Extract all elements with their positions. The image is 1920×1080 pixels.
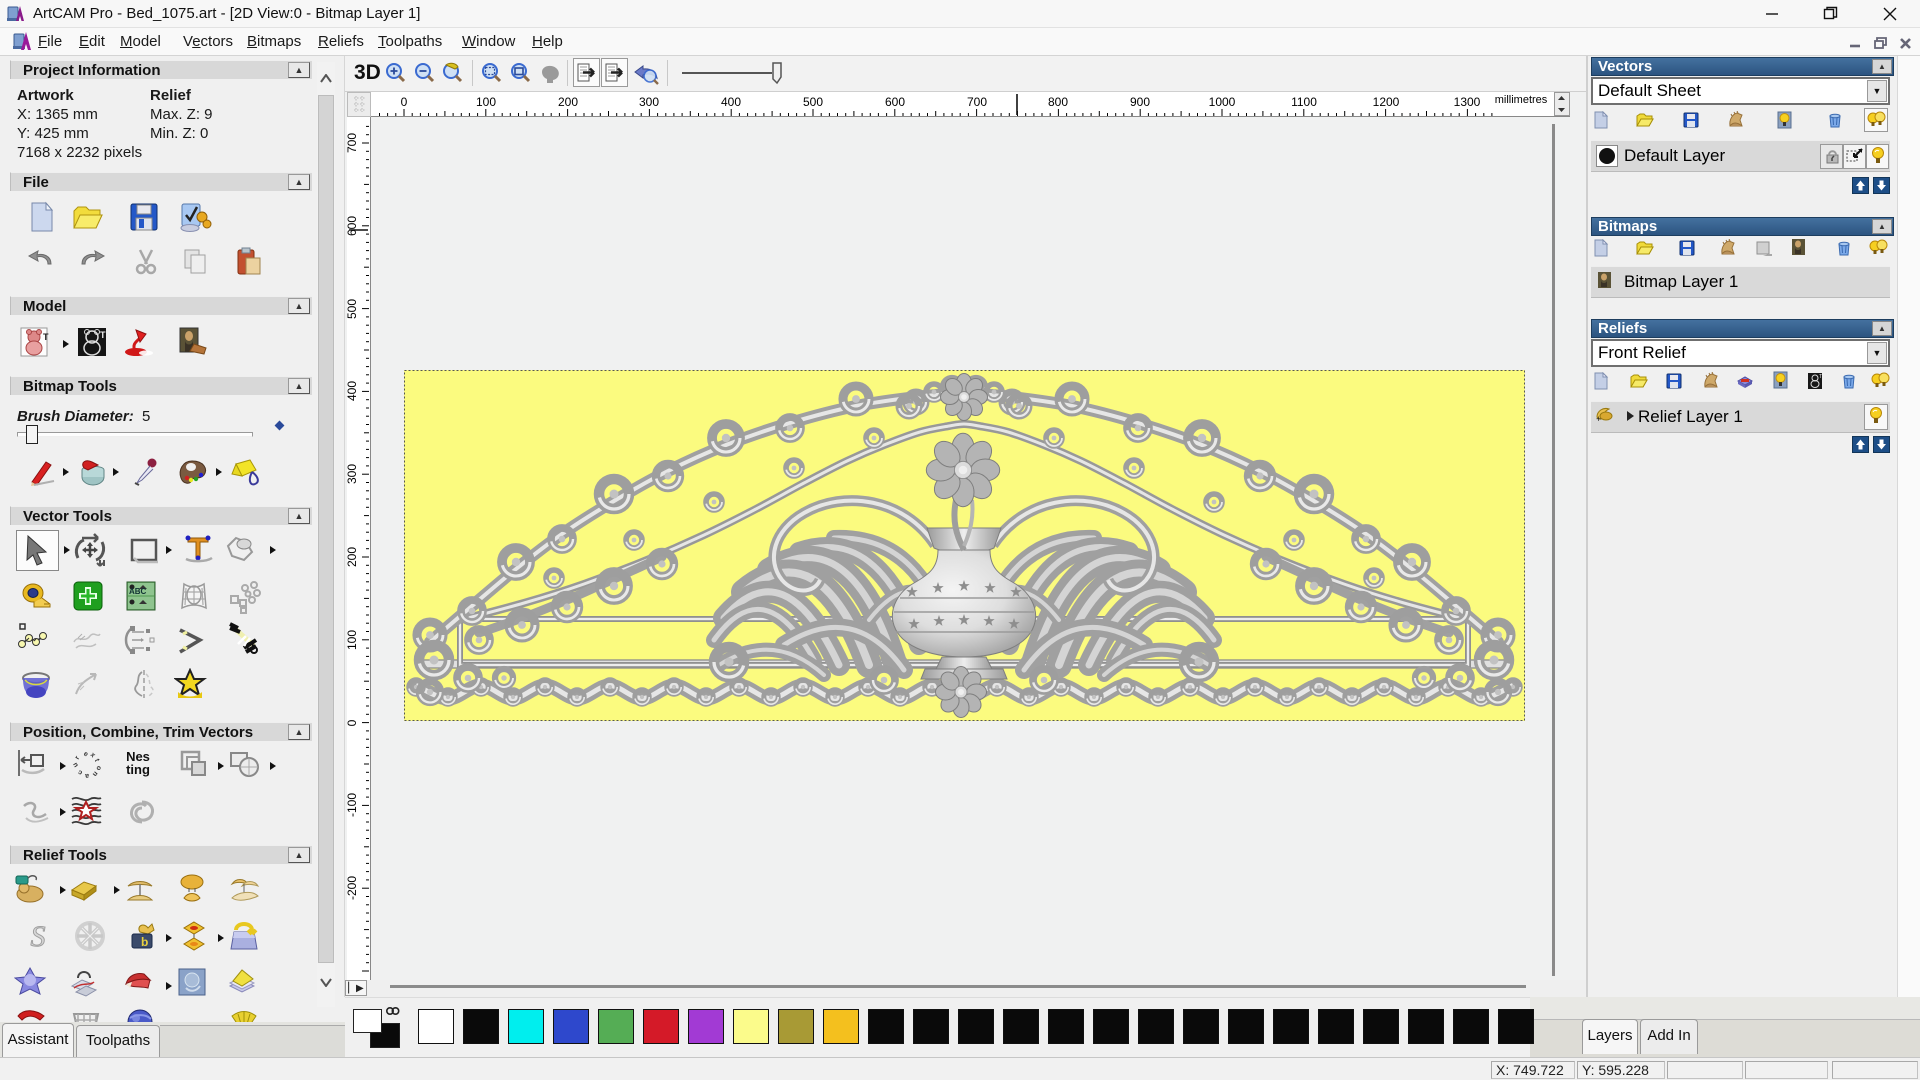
svg-text:b: b bbox=[141, 935, 148, 949]
svg-text:1100: 1100 bbox=[1291, 95, 1317, 109]
svg-text:T: T bbox=[1819, 374, 1822, 380]
svg-text:+: + bbox=[1596, 414, 1601, 424]
svg-text:200: 200 bbox=[558, 95, 578, 109]
svg-text:T: T bbox=[43, 332, 49, 342]
svg-text:c: c bbox=[77, 768, 84, 776]
svg-text:ABC: ABC bbox=[129, 587, 147, 596]
svg-text:o: o bbox=[94, 765, 102, 770]
svg-text:500: 500 bbox=[803, 95, 823, 109]
svg-text:600: 600 bbox=[347, 216, 359, 236]
svg-text:1000: 1000 bbox=[1209, 95, 1236, 109]
svg-text:100: 100 bbox=[347, 630, 359, 650]
svg-text:900: 900 bbox=[1130, 95, 1150, 109]
svg-text:0: 0 bbox=[401, 95, 408, 109]
svg-text:400: 400 bbox=[721, 95, 741, 109]
svg-text:x: x bbox=[89, 751, 97, 759]
svg-text:n: n bbox=[91, 770, 99, 778]
svg-text:300: 300 bbox=[347, 464, 359, 484]
svg-text:300: 300 bbox=[639, 95, 659, 109]
svg-text:S: S bbox=[31, 920, 46, 953]
svg-text:a: a bbox=[85, 772, 90, 779]
svg-text:ting: ting bbox=[126, 762, 150, 777]
svg-text:e: e bbox=[83, 750, 89, 758]
svg-text:600: 600 bbox=[885, 95, 905, 109]
svg-text:u: u bbox=[72, 761, 80, 768]
svg-text:r: r bbox=[74, 755, 82, 761]
svg-text:1300: 1300 bbox=[1454, 95, 1481, 109]
svg-text:-200: -200 bbox=[347, 876, 359, 900]
svg-text:800: 800 bbox=[1048, 95, 1068, 109]
svg-text:500: 500 bbox=[347, 299, 359, 319]
svg-text:t: t bbox=[93, 758, 101, 763]
svg-text:-100: -100 bbox=[347, 793, 359, 817]
svg-text:1200: 1200 bbox=[1373, 95, 1400, 109]
svg-text:T: T bbox=[100, 330, 106, 340]
svg-text:0: 0 bbox=[347, 719, 359, 726]
svg-text:millimetres: millimetres bbox=[1495, 94, 1548, 106]
svg-text:200: 200 bbox=[347, 547, 359, 567]
svg-text:700: 700 bbox=[347, 133, 359, 153]
svg-text:400: 400 bbox=[347, 381, 359, 401]
svg-text:100: 100 bbox=[476, 95, 496, 109]
svg-text:700: 700 bbox=[967, 95, 987, 109]
